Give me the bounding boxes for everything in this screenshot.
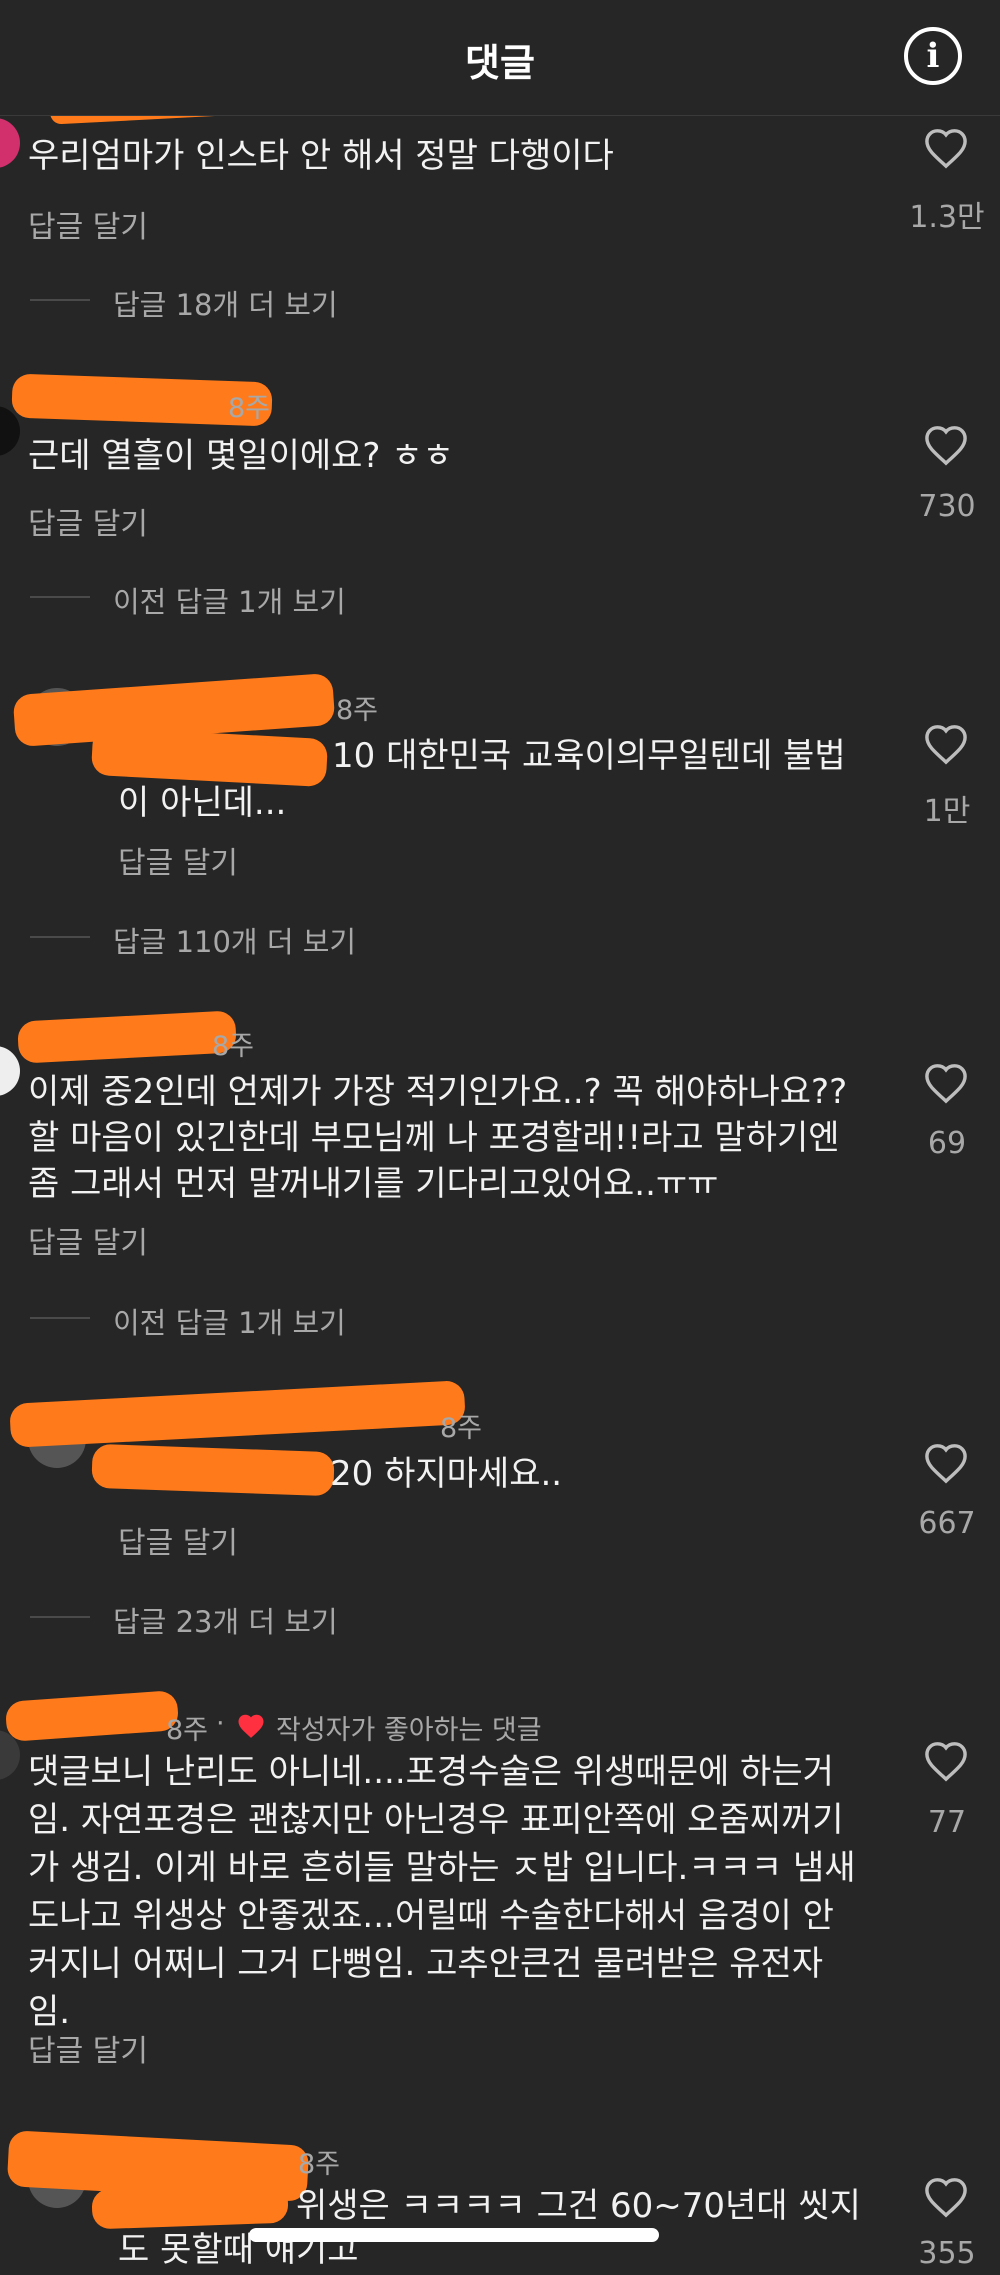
comment-time: 8주: [228, 393, 271, 424]
redacted-username: [4, 1690, 180, 1742]
comment-time: 8주: [212, 1031, 255, 1062]
page-title: 댓글: [465, 41, 535, 85]
reply-button[interactable]: 답글 달기: [118, 838, 238, 882]
comment-text-line: 커지니 어쩌니 그거 다뻥임. 고추안큰건 물려받은 유전자: [28, 1944, 824, 1984]
comment-time: 8주: [440, 1413, 483, 1444]
like-count: 730: [918, 489, 976, 524]
heart-icon[interactable]: [923, 723, 969, 765]
divider-line: [30, 596, 90, 598]
reply-button[interactable]: 답글 달기: [28, 202, 148, 246]
heart-icon[interactable]: [923, 1740, 969, 1782]
info-icon[interactable]: i: [904, 27, 962, 85]
reply-button[interactable]: 답글 달기: [28, 2026, 148, 2070]
comment-text-line: 근데 열흘이 몇일이에요? ㅎㅎ: [28, 436, 454, 476]
like-count: 667: [918, 1506, 976, 1541]
comment-text-line: 가 생김. 이게 바로 흔히들 말하는 ㅈ밥 입니다.ㅋㅋㅋ 냄새: [28, 1848, 856, 1888]
comment-text-line: 도나고 위생상 안좋겠죠...어릴때 수술한다해서 음경이 안: [28, 1896, 834, 1936]
avatar[interactable]: [0, 1046, 20, 1096]
view-replies-button[interactable]: 답글 110개 더 보기: [113, 919, 356, 961]
comment-text-line: 우리엄마가 인스타 안 해서 정말 다행이다: [28, 136, 614, 176]
redacted-mention: [91, 1443, 335, 1497]
creator-liked-label: 작성자가 좋아하는 댓글: [276, 1715, 542, 1746]
like-count: 1만: [923, 794, 971, 829]
comment-text-line: 이제 중2인데 언제가 가장 적기인가요..? 꼭 해야하나요??: [28, 1072, 848, 1112]
divider-line: [30, 299, 90, 301]
comment-time: 8주: [336, 695, 379, 726]
divider-line: [30, 936, 90, 938]
view-replies-button[interactable]: 답글 23개 더 보기: [113, 1599, 338, 1641]
like-count: 77: [927, 1805, 967, 1840]
reply-button[interactable]: 답글 달기: [118, 1518, 238, 1562]
comment-text-line: 위생은 ㅋㅋㅋㅋ 그건 60~70년대 씻지: [296, 2186, 861, 2226]
heart-icon[interactable]: [923, 424, 969, 466]
comment-text-line: 10 대한민국 교육이의무일텐데 불법: [332, 736, 846, 776]
heart-icon[interactable]: [923, 1442, 969, 1484]
divider-line: [30, 1317, 90, 1319]
comment-text-line: 20 하지마세요..: [330, 1454, 563, 1494]
reply-button[interactable]: 답글 달기: [28, 499, 148, 543]
redacted-username: [17, 1010, 237, 1064]
comment-text-line: 임. 자연포경은 괜찮지만 아닌경우 표피안쪽에 오줌찌꺼기: [28, 1800, 844, 1840]
like-count: 355: [918, 2236, 976, 2271]
avatar[interactable]: [0, 118, 20, 168]
heart-icon[interactable]: [923, 1062, 969, 1104]
comment-text-line: 댓글보니 난리도 아니네....포경수술은 위생때문에 하는거: [28, 1752, 834, 1792]
like-count: 1.3만: [909, 200, 985, 235]
view-replies-button[interactable]: 이전 답글 1개 보기: [113, 579, 346, 621]
view-replies-button[interactable]: 이전 답글 1개 보기: [113, 1300, 346, 1342]
comment-time: 8주: [166, 1715, 209, 1746]
reply-button[interactable]: 답글 달기: [28, 1218, 148, 1262]
redacted-mention: [91, 2182, 289, 2230]
comment-time: 8주: [298, 2149, 341, 2180]
heart-icon[interactable]: [923, 127, 969, 169]
heart-icon[interactable]: [923, 2176, 969, 2218]
meta-separator: ·: [216, 1708, 225, 1739]
divider-line: [30, 1616, 90, 1618]
view-replies-button[interactable]: 답글 18개 더 보기: [113, 282, 338, 324]
home-indicator: [249, 2228, 659, 2242]
redacted-username: [9, 1380, 466, 1448]
comment-text-line: 할 마음이 있긴한데 부모님께 나 포경할래!!라고 말하기엔: [28, 1118, 840, 1158]
creator-heart-icon: [238, 1714, 264, 1738]
comment-text-line: 좀 그래서 먼저 말꺼내기를 기다리고있어요..ㅠㅠ: [28, 1164, 719, 1204]
like-count: 69: [927, 1126, 967, 1161]
header-bar: 댓글 i: [0, 0, 1000, 116]
comment-text-line: 이 아닌데...: [118, 783, 287, 823]
